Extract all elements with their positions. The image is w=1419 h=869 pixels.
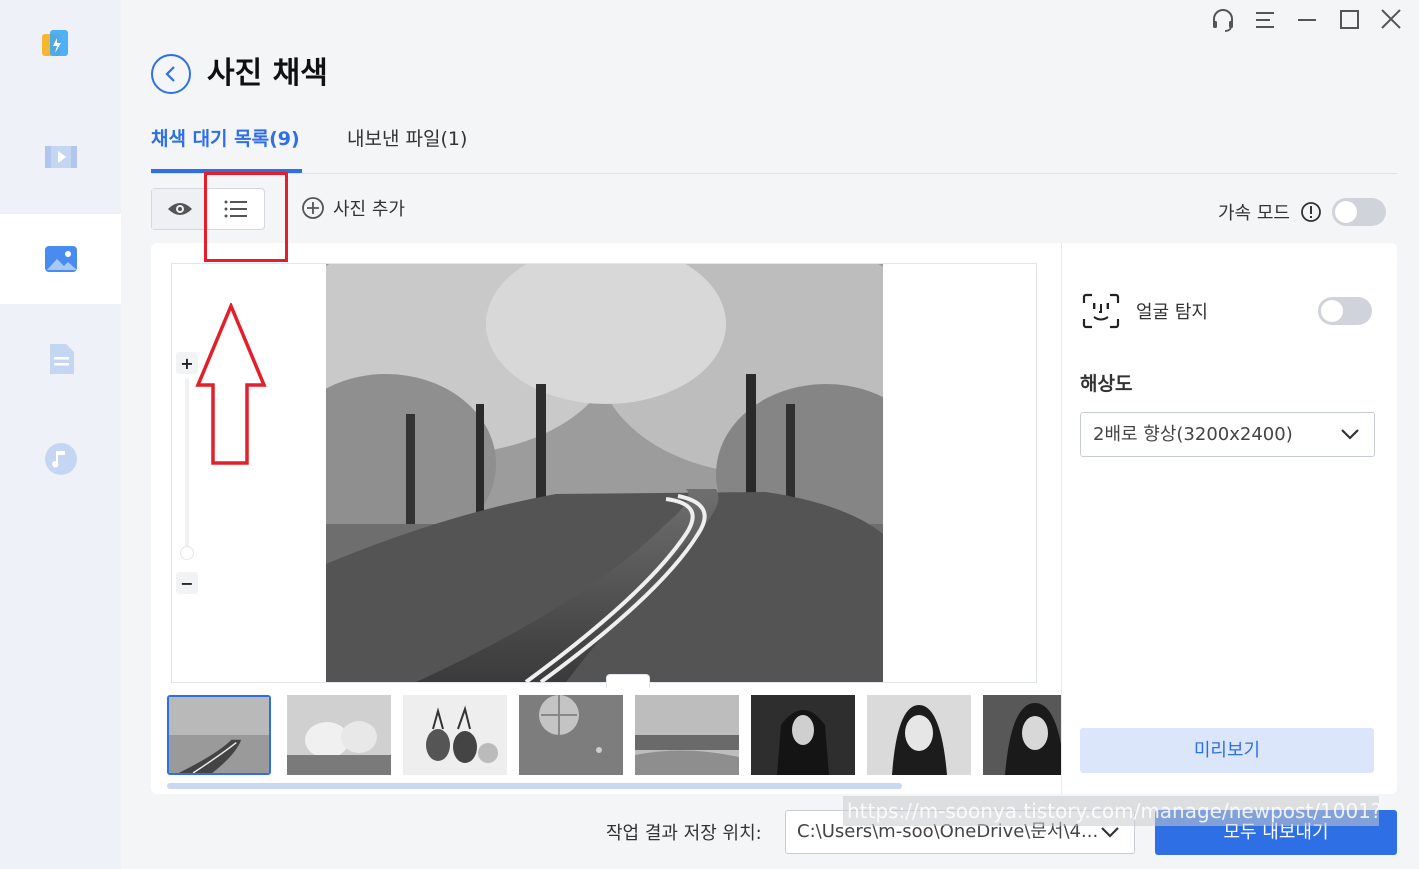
document-icon bbox=[49, 344, 74, 374]
add-photo-label: 사진 추가 bbox=[333, 199, 405, 220]
thumbnail-hot-air-balloon[interactable] bbox=[519, 695, 623, 775]
tab-colorize-queue[interactable]: 채색 대기 목록(9) bbox=[151, 120, 302, 173]
resolution-select[interactable]: 2배로 향상(3200x2400) bbox=[1080, 412, 1375, 457]
sidebar-item-audio[interactable] bbox=[0, 414, 121, 504]
save-location-label: 작업 결과 저장 위치: bbox=[606, 823, 762, 844]
thumbnail-portrait-2[interactable] bbox=[867, 695, 971, 775]
video-icon bbox=[44, 146, 77, 168]
face-detection-label: 얼굴 탐지 bbox=[1136, 302, 1208, 323]
thumbnail-forest-road[interactable] bbox=[167, 695, 271, 775]
sidebar-item-photo[interactable] bbox=[0, 214, 121, 304]
chevron-down-icon bbox=[1101, 827, 1119, 838]
page-title: 사진 채색 bbox=[207, 56, 328, 91]
resolution-heading: 해상도 bbox=[1080, 373, 1133, 395]
accel-toggle[interactable] bbox=[1331, 198, 1386, 226]
info-icon[interactable] bbox=[1300, 201, 1322, 223]
accel-label: 가속 모드 bbox=[1218, 203, 1290, 224]
zoom-slider-track[interactable] bbox=[185, 378, 189, 554]
sidebar bbox=[0, 0, 121, 869]
thumbnail-bubble-house[interactable] bbox=[287, 695, 391, 775]
main-panel: + − 얼굴 탐지 해상도 2배로 향상(3200x2400) 미리보기 bbox=[151, 243, 1397, 794]
acceleration-mode: 가속 모드 bbox=[1218, 198, 1386, 226]
forest-road-photo bbox=[326, 264, 883, 682]
thumbnail-landscape[interactable] bbox=[635, 695, 739, 775]
thumbnail-portrait-3[interactable] bbox=[983, 695, 1061, 775]
maximize-icon[interactable] bbox=[1335, 6, 1363, 34]
thumbnail-scrollbar[interactable] bbox=[167, 783, 902, 789]
back-button[interactable] bbox=[151, 54, 191, 94]
minimize-icon[interactable] bbox=[1293, 6, 1321, 34]
zoom-out-button[interactable]: − bbox=[176, 572, 198, 594]
chevron-left-icon bbox=[165, 66, 175, 82]
tab-exported-files[interactable]: 내보낸 파일(1) bbox=[347, 120, 467, 174]
sidebar-item-document[interactable] bbox=[0, 314, 121, 404]
preview-view-button[interactable] bbox=[152, 189, 208, 229]
sidebar-item-video[interactable] bbox=[0, 112, 121, 202]
chevron-down-icon bbox=[1341, 429, 1359, 440]
image-preview: + − bbox=[171, 263, 1037, 688]
tab-bar: 채색 대기 목록(9) 내보낸 파일(1) bbox=[151, 120, 1397, 174]
music-icon bbox=[44, 443, 77, 475]
resolution-value: 2배로 향상(3200x2400) bbox=[1093, 424, 1293, 445]
window-controls bbox=[1209, 6, 1405, 34]
thumbnail-portrait-1[interactable] bbox=[751, 695, 855, 775]
plus-circle-icon bbox=[302, 197, 324, 219]
face-detection-row: 얼굴 탐지 bbox=[1082, 293, 1372, 329]
url-watermark: https://m-soonya.tistory.com/manage/newp… bbox=[843, 796, 1379, 826]
zoom-slider-handle[interactable] bbox=[180, 546, 194, 560]
add-photo-button[interactable]: 사진 추가 bbox=[301, 195, 405, 221]
eye-icon bbox=[168, 203, 192, 215]
app-logo-icon bbox=[40, 28, 70, 60]
menu-icon[interactable] bbox=[1251, 6, 1279, 34]
highlight-box bbox=[204, 172, 288, 262]
thumbnail-strip bbox=[166, 695, 1061, 779]
image-icon bbox=[44, 246, 77, 272]
face-scan-icon bbox=[1082, 293, 1120, 329]
close-icon[interactable] bbox=[1377, 6, 1405, 34]
settings-panel: 얼굴 탐지 해상도 2배로 향상(3200x2400) 미리보기 bbox=[1061, 243, 1397, 794]
up-arrow-annotation bbox=[195, 303, 267, 465]
preview-button[interactable]: 미리보기 bbox=[1080, 728, 1374, 773]
thumbnail-pineapples[interactable] bbox=[403, 695, 507, 775]
headset-icon[interactable] bbox=[1209, 6, 1237, 34]
collapse-thumbnails-handle[interactable] bbox=[606, 674, 650, 688]
face-detection-toggle[interactable] bbox=[1318, 297, 1372, 325]
